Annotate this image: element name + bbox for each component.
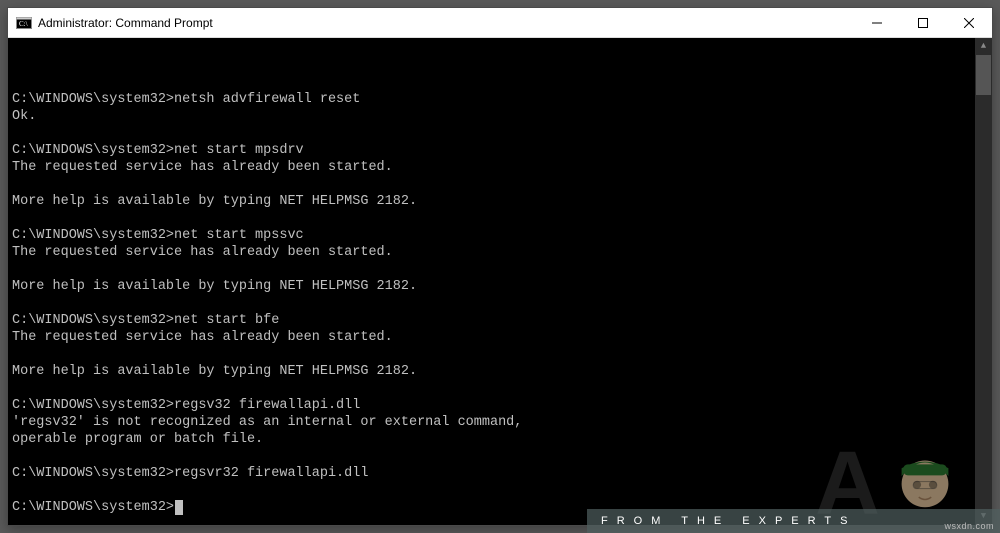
app-window: C:\ Administrator: Command Prompt C:\WIN… [7, 7, 993, 526]
current-prompt[interactable]: C:\WINDOWS\system32> [12, 500, 174, 515]
titlebar[interactable]: C:\ Administrator: Command Prompt [8, 8, 992, 38]
scroll-up-arrow[interactable]: ▲ [975, 38, 992, 55]
terminal-output: C:\WINDOWS\system32>netsh advfirewall re… [12, 74, 988, 516]
terminal-area[interactable]: C:\WINDOWS\system32>netsh advfirewall re… [8, 38, 992, 525]
window-title: Administrator: Command Prompt [38, 16, 854, 30]
maximize-button[interactable] [900, 8, 946, 37]
cursor [175, 500, 183, 515]
scrollbar-thumb[interactable] [976, 55, 991, 95]
cmd-icon: C:\ [16, 15, 32, 31]
minimize-button[interactable] [854, 8, 900, 37]
scrollbar[interactable]: ▲ ▼ [975, 38, 992, 525]
scroll-down-arrow[interactable]: ▼ [975, 508, 992, 525]
window-controls [854, 8, 992, 37]
close-button[interactable] [946, 8, 992, 37]
svg-text:C:\: C:\ [19, 20, 28, 28]
